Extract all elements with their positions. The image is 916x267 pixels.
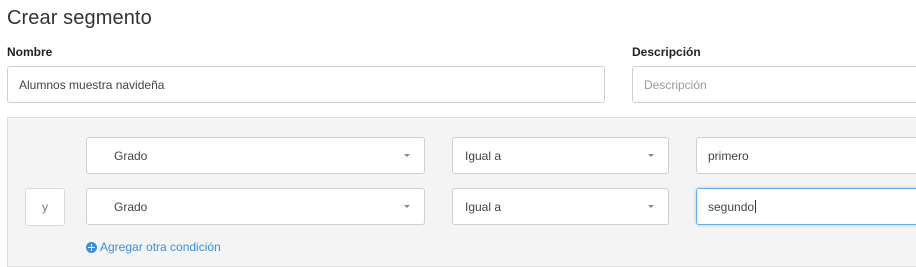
condition-2-value: segundo: [708, 199, 755, 214]
description-label: Descripción: [632, 45, 701, 59]
condition-2-value-input[interactable]: segundo: [696, 188, 916, 225]
page-title: Crear segmento: [7, 7, 152, 29]
plus-circle-icon: [86, 241, 97, 253]
condition-1-value-input[interactable]: primero: [696, 137, 916, 174]
chevron-down-icon: [404, 205, 410, 208]
connector-and-badge[interactable]: y: [25, 188, 65, 226]
chevron-down-icon: [404, 154, 410, 157]
add-condition-link[interactable]: Agregar otra condición: [86, 240, 221, 254]
condition-1-operator-select[interactable]: Igual a: [452, 137, 669, 174]
condition-2-operator-select[interactable]: Igual a: [452, 188, 669, 225]
text-cursor: [755, 200, 757, 213]
condition-2-field-value: Grado: [114, 199, 148, 214]
description-placeholder: Descripción: [644, 77, 707, 92]
condition-1-field-value: Grado: [114, 148, 148, 163]
name-input-value: Alumnos muestra navideña: [19, 77, 165, 92]
chevron-down-icon: [648, 205, 654, 208]
condition-1-operator-value: Igual a: [465, 148, 502, 163]
condition-2-operator-value: Igual a: [465, 199, 502, 214]
add-condition-label: Agregar otra condición: [100, 240, 221, 254]
name-label: Nombre: [7, 45, 53, 59]
name-input[interactable]: Alumnos muestra navideña: [7, 66, 605, 103]
chevron-down-icon: [648, 154, 654, 157]
description-input[interactable]: Descripción: [632, 66, 916, 103]
condition-1-field-select[interactable]: Grado: [86, 137, 425, 174]
condition-2-field-select[interactable]: Grado: [86, 188, 425, 225]
condition-1-value: primero: [708, 148, 749, 163]
